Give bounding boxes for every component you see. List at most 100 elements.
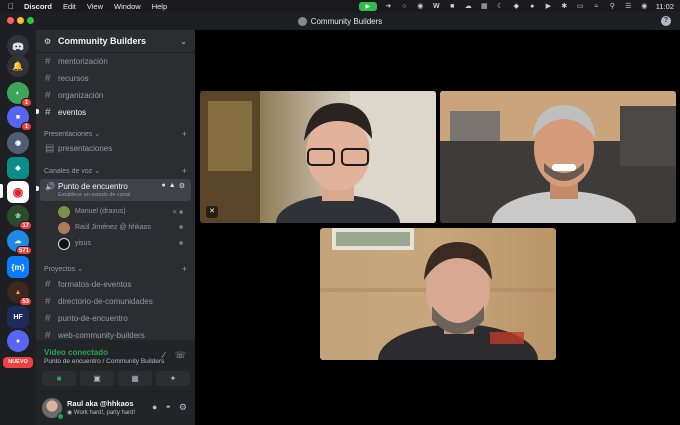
activities-button[interactable]: ▦ — [118, 371, 152, 386]
add-channel-icon[interactable]: + — [182, 166, 187, 176]
hash-icon: # — [45, 329, 51, 341]
channel-directorio-de-comunidades[interactable]: # directorio-de-comunidades — [40, 293, 191, 309]
matrix-logo: {m} — [11, 262, 25, 272]
channel-label: web-community-builders — [58, 330, 145, 340]
soundboard-icon: ✦ — [169, 374, 177, 383]
menu-edit[interactable]: Edit — [63, 2, 76, 11]
tray-drive-icon[interactable]: ■ — [448, 3, 457, 10]
gear-icon[interactable]: ⚙ — [179, 402, 187, 413]
server-icon-12[interactable]: ● — [7, 330, 29, 352]
voice-user-manuel[interactable]: Manuel (draxus) ✕ ■ — [58, 204, 191, 219]
soundboard-button[interactable]: ✦ — [156, 371, 190, 386]
server-icon-1[interactable]: ◐ 1 — [7, 82, 32, 107]
voice-connected-subtitle[interactable]: Punto de encuentro / Community Builders — [44, 358, 164, 365]
channel-punto-de-encuentro[interactable]: # punto-de-encuentro — [40, 310, 191, 326]
server-icon-5-active[interactable]: ◉ — [7, 181, 29, 203]
video-tile-raul-jimenez[interactable] — [440, 91, 676, 223]
server-icon-3[interactable]: ◉ — [7, 132, 29, 154]
disconnect-call-icon[interactable]: ☏ — [175, 350, 186, 361]
tray-search-icon[interactable]: ⚲ — [608, 3, 617, 10]
chat-bubble-icon[interactable]: ● — [162, 182, 166, 190]
tray-stop-icon[interactable]: ◉ — [416, 3, 425, 10]
video-tile-yisus[interactable] — [320, 228, 556, 360]
channel-recursos[interactable]: # recursos — [40, 70, 191, 86]
headphones-icon[interactable]: ◓ — [165, 402, 170, 413]
tray-battery-icon[interactable]: ▭ — [576, 3, 585, 10]
menubar-clock[interactable]: 11:02 — [656, 2, 674, 11]
tray-headphones-icon[interactable]: ● — [528, 3, 537, 10]
menu-window[interactable]: Window — [114, 2, 141, 11]
add-channel-icon[interactable]: + — [182, 129, 187, 139]
server-icon-6[interactable]: ❀ 17 — [7, 205, 32, 230]
voice-user-yisus[interactable]: yisus ■ — [58, 236, 191, 251]
notifications-bell-icon[interactable]: 🔔 — [7, 55, 29, 77]
tray-wifi-icon[interactable]: ≈ — [592, 3, 601, 10]
status-emoji-icon: ◉ — [67, 410, 73, 416]
apple-menu-icon[interactable]:  — [4, 2, 18, 11]
help-icon[interactable]: ? — [661, 16, 671, 26]
voice-channel-status[interactable]: Establece un estado de canal — [58, 192, 130, 198]
category-presentaciones[interactable]: Presentaciones ⌄ + — [44, 129, 187, 139]
channel-eventos[interactable]: # eventos — [40, 104, 191, 120]
server-rail: 🔔 ◐ 1 ■ 1 ◉ ◆ ◉ ❀ 17 ☁ 571 {m} ▲ 53 HF ●… — [0, 30, 36, 425]
hash-icon: # — [45, 72, 51, 84]
voice-channel-punto-de-encuentro[interactable]: 🔊 Punto de encuentro Establece un estado… — [40, 179, 191, 201]
menu-app-discord[interactable]: Discord — [24, 2, 52, 11]
noise-suppression-icon[interactable]: ∕ — [163, 350, 165, 361]
tray-control-center-icon[interactable]: ☰ — [624, 3, 633, 10]
channel-label: punto-de-encuentro — [58, 313, 128, 323]
channel-presentaciones[interactable]: ▤ presentaciones — [40, 140, 191, 156]
user-status[interactable]: ◉ Work hard!, party hard! — [67, 409, 135, 416]
puzzle-icon: ◆ — [15, 165, 21, 172]
tray-siri-icon[interactable]: ◉ — [640, 3, 649, 10]
voice-connected-panel: Vídeo conectado Punto de encuentro / Com… — [36, 340, 195, 392]
hash-icon: # — [45, 89, 51, 101]
server-badge: 1 — [21, 98, 32, 107]
server-icon-2[interactable]: ■ 1 — [7, 106, 32, 131]
channel-mentorizacion[interactable]: # mentorización — [40, 53, 191, 69]
zoom-window-button[interactable] — [27, 17, 34, 24]
chevron-down-icon[interactable]: ⌄ — [180, 37, 187, 46]
voice-connected-title[interactable]: Vídeo conectado — [44, 348, 108, 357]
camera-toggle-button[interactable]: ■ — [42, 371, 76, 386]
tray-grid-icon[interactable]: ▦ — [480, 3, 489, 10]
chevron-down-icon: ⌄ — [77, 266, 83, 273]
user-name[interactable]: Raul aka @hhkaos — [67, 399, 134, 408]
add-channel-icon[interactable]: + — [182, 264, 187, 274]
discord-home-icon[interactable] — [7, 35, 29, 57]
server-icon-matrix[interactable]: {m} — [7, 256, 29, 278]
server-icon-4[interactable]: ◆ — [7, 157, 29, 179]
server-glyph-icon: ◉ — [14, 140, 22, 147]
server-icon-7[interactable]: ☁ 571 — [7, 230, 32, 255]
minimize-window-button[interactable] — [17, 17, 24, 24]
server-icon-hf[interactable]: HF — [7, 306, 29, 328]
server-header[interactable]: ⚙ Community Builders ⌄ — [36, 30, 195, 53]
category-proyectos[interactable]: Proyectos ⌄ + — [44, 264, 187, 274]
leaf-icon: ❀ — [15, 213, 21, 220]
tray-forward-icon[interactable]: ➜ — [384, 3, 393, 10]
tray-lastfm-icon[interactable]: ○ — [400, 3, 409, 10]
category-canales-de-voz[interactable]: Canales de voz ⌄ + — [44, 166, 187, 176]
menu-help[interactable]: Help — [152, 2, 167, 11]
invite-user-icon[interactable]: ▲ — [169, 182, 176, 190]
tray-shield-icon[interactable]: ◆ — [512, 3, 521, 10]
tray-moon-icon[interactable]: ☾ — [496, 3, 505, 10]
tray-cloud-icon[interactable]: ☁ — [464, 3, 473, 10]
server-icon-9[interactable]: ▲ 53 — [7, 281, 32, 306]
screen-share-button[interactable]: ▣ — [80, 371, 114, 386]
channel-formatos-de-eventos[interactable]: # formatos-de-eventos — [40, 276, 191, 292]
tray-w-icon[interactable]: W — [432, 3, 441, 10]
voice-user-name: Raúl Jiménez @ hhkaos — [75, 224, 151, 231]
channel-label: directorio-de-comunidades — [58, 296, 153, 306]
facetime-camera-icon[interactable]: ▶ — [358, 1, 377, 11]
voice-user-raul[interactable]: Raúl Jiménez @ hhkaos ■ — [58, 220, 191, 235]
video-tile-manuel[interactable]: ✕ — [200, 91, 436, 223]
gear-icon[interactable]: ⚙ — [179, 182, 185, 190]
channel-label: recursos — [58, 73, 89, 83]
tray-play-icon[interactable]: ▶ — [544, 3, 553, 10]
microphone-icon[interactable]: ● — [152, 402, 157, 413]
close-window-button[interactable] — [7, 17, 14, 24]
menu-view[interactable]: View — [87, 2, 103, 11]
tray-bluetooth-icon[interactable]: ✱ — [560, 3, 569, 10]
channel-organizacion[interactable]: # organización — [40, 87, 191, 103]
